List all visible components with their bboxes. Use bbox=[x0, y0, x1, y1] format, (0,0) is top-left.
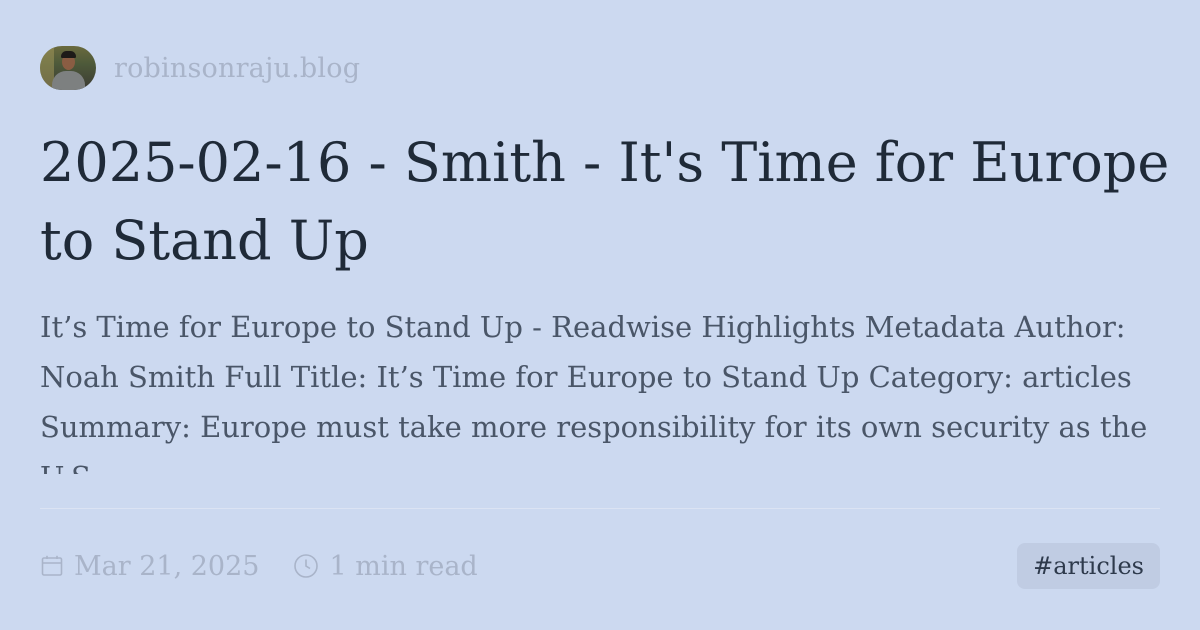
site-header: robinsonraju.blog bbox=[40, 46, 360, 90]
avatar-hair bbox=[61, 51, 76, 58]
post-date: Mar 21, 2025 bbox=[40, 551, 259, 582]
tag-articles[interactable]: #articles bbox=[1017, 543, 1160, 589]
divider bbox=[40, 508, 1160, 509]
post-date-text: Mar 21, 2025 bbox=[74, 550, 260, 582]
calendar-icon bbox=[40, 554, 64, 578]
site-name[interactable]: robinsonraju.blog bbox=[114, 53, 360, 84]
avatar[interactable] bbox=[40, 46, 96, 90]
post-footer: Mar 21, 2025 1 min read #articles bbox=[40, 543, 1160, 589]
post-title[interactable]: 2025-02-16 - Smith - It's Time for Europ… bbox=[40, 124, 1170, 280]
post-read-time: 1 min read bbox=[293, 550, 478, 582]
avatar-shirt bbox=[52, 71, 85, 90]
post-read-time-text: 1 min read bbox=[329, 550, 478, 582]
clock-icon bbox=[293, 553, 319, 579]
post-description: It’s Time for Europe to Stand Up - Readw… bbox=[40, 310, 1148, 474]
